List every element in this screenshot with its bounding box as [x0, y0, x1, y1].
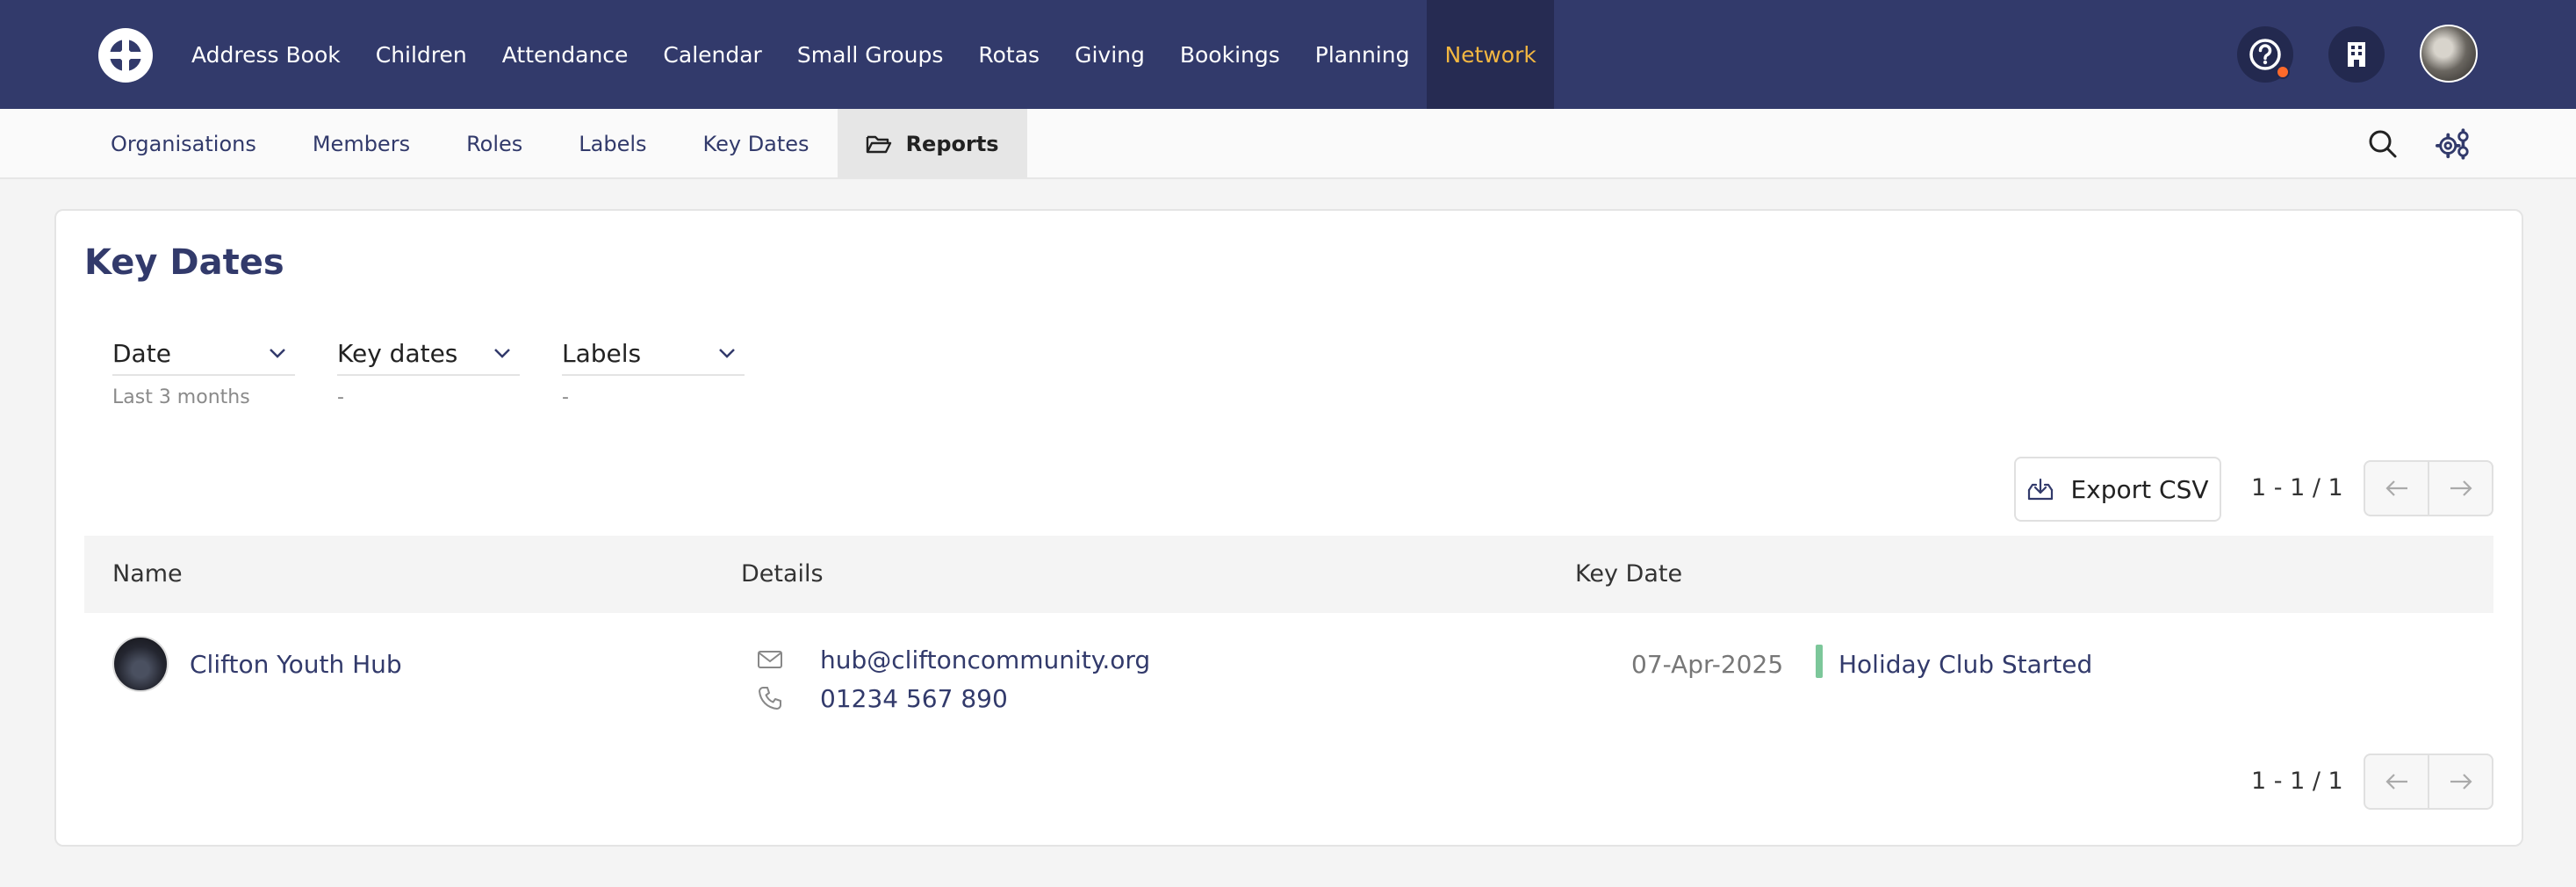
- nav-small-groups[interactable]: Small Groups: [780, 0, 961, 109]
- subnav-organisations[interactable]: Organisations: [83, 109, 284, 179]
- arrow-left-icon: [2385, 480, 2407, 496]
- nav-attendance[interactable]: Attendance: [485, 0, 646, 109]
- subnav-roles[interactable]: Roles: [438, 109, 550, 179]
- chevron-down-icon: [494, 349, 510, 358]
- filter-key-dates[interactable]: Key dates -: [337, 332, 520, 429]
- prev-page-button-bottom[interactable]: [2365, 755, 2429, 808]
- nav-giving[interactable]: Giving: [1057, 0, 1162, 109]
- arrow-right-icon: [2450, 480, 2472, 496]
- next-page-button-bottom[interactable]: [2429, 755, 2492, 808]
- filter-labels[interactable]: Labels -: [562, 332, 745, 429]
- nav-rotas[interactable]: Rotas: [961, 0, 1057, 109]
- settings-icon: [2436, 128, 2469, 160]
- pagination-info-top: 1 - 1 / 1: [2251, 474, 2343, 501]
- phone-link[interactable]: 01234 567 890: [820, 684, 1008, 713]
- filter-date-dropdown[interactable]: Date: [112, 332, 295, 376]
- building-icon: [2348, 42, 2365, 67]
- search-button[interactable]: [2365, 126, 2400, 162]
- subnav-labels[interactable]: Labels: [550, 109, 674, 179]
- subnav-reports-label: Reports: [905, 132, 999, 156]
- export-csv-button[interactable]: Export CSV: [2014, 457, 2221, 522]
- folder-open-icon: [866, 133, 892, 155]
- download-icon: [2028, 478, 2054, 501]
- sub-navbar: Organisations Members Roles Labels Key D…: [0, 109, 2576, 179]
- next-page-button[interactable]: [2429, 462, 2492, 515]
- export-csv-label: Export CSV: [2070, 474, 2209, 504]
- nav-network[interactable]: Network: [1427, 0, 1554, 109]
- column-key-date[interactable]: Key Date: [1575, 560, 1682, 588]
- filter-date[interactable]: Date Last 3 months: [112, 332, 295, 429]
- subnav-key-dates[interactable]: Key Dates: [675, 109, 838, 179]
- chevron-down-icon: [719, 349, 735, 358]
- help-button[interactable]: [2237, 26, 2293, 83]
- nav-bookings[interactable]: Bookings: [1162, 0, 1298, 109]
- nav-children[interactable]: Children: [358, 0, 485, 109]
- pagination-bottom: [2364, 754, 2493, 810]
- key-date-label-link[interactable]: Holiday Club Started: [1838, 650, 2092, 679]
- arrow-left-icon: [2385, 774, 2407, 790]
- nav-calendar[interactable]: Calendar: [645, 0, 779, 109]
- organisation-name-link[interactable]: Clifton Youth Hub: [190, 650, 402, 679]
- app-logo-icon[interactable]: [97, 26, 155, 84]
- table-row: Clifton Youth Hub hub@cliftoncommunity.o…: [84, 613, 2493, 745]
- nav-address-book[interactable]: Address Book: [174, 0, 358, 109]
- report-card: Key Dates Date Last 3 months Key dates -…: [54, 209, 2523, 847]
- filter-labels-label: Labels: [562, 338, 642, 368]
- table-header: Name Details Key Date: [84, 536, 2493, 613]
- filter-date-label: Date: [112, 338, 171, 368]
- email-line: hub@cliftoncommunity.org: [755, 645, 1150, 674]
- filter-labels-dropdown[interactable]: Labels: [562, 332, 745, 376]
- organisation-avatar[interactable]: [112, 636, 169, 692]
- notification-dot: [2276, 65, 2290, 79]
- phone-icon: [755, 683, 785, 713]
- pagination-info-bottom: 1 - 1 / 1: [2251, 768, 2343, 795]
- key-date-color-bar: [1816, 645, 1823, 678]
- envelope-icon: [755, 645, 785, 674]
- arrow-right-icon: [2450, 774, 2472, 790]
- key-date-value: 07-Apr-2025: [1631, 650, 1784, 679]
- pagination-top: [2364, 460, 2493, 516]
- search-icon: [2369, 130, 2397, 158]
- phone-line: 01234 567 890: [755, 683, 1008, 713]
- prev-page-button[interactable]: [2365, 462, 2429, 515]
- column-name[interactable]: Name: [112, 560, 183, 588]
- subnav-members[interactable]: Members: [284, 109, 438, 179]
- top-navbar: Address Book Children Attendance Calenda…: [0, 0, 2576, 109]
- nav-planning[interactable]: Planning: [1298, 0, 1428, 109]
- email-link[interactable]: hub@cliftoncommunity.org: [820, 645, 1150, 674]
- organisation-button[interactable]: [2328, 26, 2385, 83]
- filter-labels-value: -: [562, 386, 569, 408]
- filter-key-dates-value: -: [337, 386, 344, 408]
- filter-date-value: Last 3 months: [112, 386, 250, 408]
- filter-key-dates-label: Key dates: [337, 338, 458, 368]
- subnav-reports[interactable]: Reports: [837, 109, 1027, 179]
- page-title: Key Dates: [84, 242, 284, 283]
- settings-button[interactable]: [2436, 126, 2471, 162]
- chevron-down-icon: [270, 349, 285, 358]
- user-avatar[interactable]: [2420, 25, 2478, 83]
- filter-key-dates-dropdown[interactable]: Key dates: [337, 332, 520, 376]
- column-details[interactable]: Details: [741, 560, 824, 588]
